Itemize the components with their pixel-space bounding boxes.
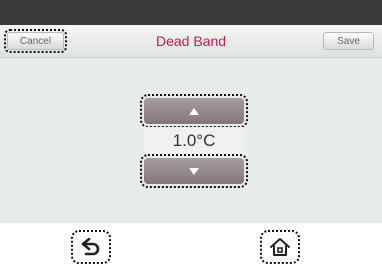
content-area: 1.0°C	[0, 58, 382, 223]
dead-band-value: 1.0°C	[144, 127, 244, 155]
dead-band-stepper: 1.0°C	[140, 94, 248, 188]
home-icon	[270, 238, 290, 256]
back-button[interactable]	[71, 230, 111, 264]
arrow-down-icon	[189, 167, 199, 175]
footer-bar	[0, 223, 382, 268]
increase-button[interactable]	[140, 94, 248, 128]
back-arrow-icon	[81, 237, 100, 256]
cancel-button[interactable]: Cancel	[4, 29, 67, 53]
arrow-up-icon	[189, 107, 199, 115]
save-button[interactable]: Save	[323, 32, 374, 50]
home-button[interactable]	[260, 230, 300, 264]
status-bar	[0, 0, 382, 25]
header-bar: Dead Band Cancel Save	[0, 25, 382, 58]
decrease-button[interactable]	[140, 154, 248, 188]
